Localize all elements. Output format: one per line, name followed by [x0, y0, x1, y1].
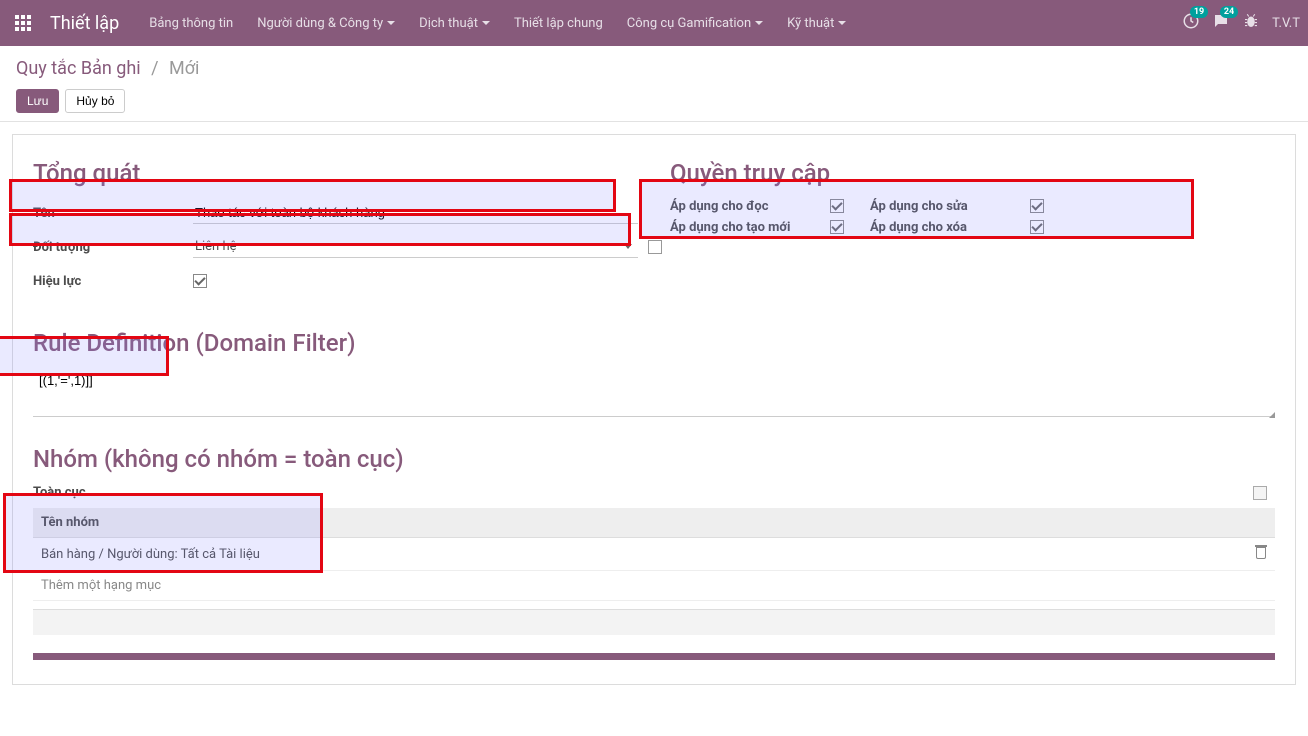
resize-handle-icon[interactable] [1269, 412, 1275, 418]
nav-item[interactable]: Người dùng & Công ty [247, 10, 405, 37]
messages-badge: 24 [1220, 6, 1238, 18]
trash-icon[interactable] [1255, 545, 1267, 559]
user-menu[interactable]: T.V.T [1272, 16, 1300, 31]
chevron-down-icon [838, 21, 846, 25]
perm-delete-label: Áp dụng cho xóa [870, 220, 1030, 235]
nav-item[interactable]: Kỹ thuật [777, 10, 856, 37]
external-link-icon[interactable] [648, 240, 662, 254]
navbar: Thiết lập Bảng thông tinNgười dùng & Côn… [0, 0, 1308, 46]
nav-item[interactable]: Công cụ Gamification [617, 10, 773, 37]
activity-badge: 19 [1190, 6, 1208, 18]
active-checkbox[interactable] [193, 274, 207, 288]
messages-button[interactable]: 24 [1212, 12, 1230, 34]
global-label: Toàn cục [33, 485, 86, 500]
active-label: Hiệu lực [33, 274, 193, 289]
chevron-down-icon [624, 244, 632, 249]
bottom-stripe [33, 653, 1275, 660]
name-input[interactable] [193, 202, 638, 224]
perm-write-checkbox[interactable] [1030, 199, 1044, 213]
breadcrumb: Quy tắc Bản ghi / Mới [16, 58, 1292, 79]
object-select[interactable]: Liên hệ [193, 236, 638, 258]
chevron-down-icon [482, 21, 490, 25]
apps-grid-icon [15, 15, 31, 31]
object-value: Liên hệ [195, 239, 237, 254]
section-rule-def: Rule Definition (Domain Filter) [33, 329, 1275, 357]
activity-button[interactable]: 19 [1182, 12, 1200, 34]
discard-button[interactable]: Hủy bỏ [65, 89, 125, 113]
nav-item[interactable]: Dịch thuật [409, 10, 500, 37]
global-checkbox[interactable] [1253, 486, 1267, 500]
bug-icon [1242, 12, 1260, 30]
debug-button[interactable] [1242, 12, 1260, 34]
breadcrumb-current: Mới [169, 58, 199, 79]
object-label: Đối tượng [33, 240, 193, 255]
perm-read-checkbox[interactable] [830, 199, 844, 213]
section-general: Tổng quát [33, 159, 638, 187]
perm-delete-checkbox[interactable] [1030, 220, 1044, 234]
perm-create-checkbox[interactable] [830, 220, 844, 234]
groups-table: Tên nhóm Bán hàng / Người dùng: Tất cả T… [33, 508, 1275, 601]
chevron-down-icon [755, 21, 763, 25]
nav-item[interactable]: Bảng thông tin [139, 10, 243, 37]
apps-button[interactable] [8, 8, 38, 38]
table-footer-blank [33, 609, 1275, 635]
nav-menu: Bảng thông tinNgười dùng & Công ty Dịch … [139, 10, 856, 37]
save-button[interactable]: Lưu [16, 89, 59, 113]
app-title: Thiết lập [50, 13, 119, 34]
chevron-down-icon [387, 21, 395, 25]
groups-header: Tên nhóm [33, 508, 1247, 538]
nav-item[interactable]: Thiết lập chung [504, 10, 613, 37]
form-sheet: Tổng quát Tên Đối tượng Liên hệ Hi [12, 134, 1296, 685]
breadcrumb-root[interactable]: Quy tắc Bản ghi [16, 58, 141, 79]
domain-textarea[interactable] [33, 416, 1275, 417]
domain-input[interactable] [33, 369, 163, 392]
table-row[interactable]: Bán hàng / Người dùng: Tất cả Tài liệu [33, 538, 1275, 571]
add-line[interactable]: Thêm một hạng mục [33, 571, 1275, 601]
perm-read-label: Áp dụng cho đọc [670, 199, 830, 214]
perm-write-label: Áp dụng cho sửa [870, 199, 1030, 214]
perm-create-label: Áp dụng cho tạo mới [670, 220, 830, 235]
section-groups: Nhóm (không có nhóm = toàn cục) [33, 445, 1275, 473]
group-name-cell: Bán hàng / Người dùng: Tất cả Tài liệu [33, 538, 1247, 571]
section-access: Quyền truy cập [670, 159, 1275, 187]
control-panel: Quy tắc Bản ghi / Mới Lưu Hủy bỏ [0, 46, 1308, 122]
name-label: Tên [33, 206, 193, 221]
